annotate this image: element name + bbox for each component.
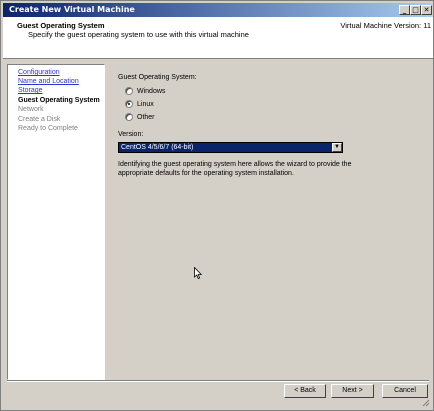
cancel-button[interactable]: Cancel — [382, 384, 428, 398]
wizard-steps-nav: Configuration Name and Location Storage … — [7, 64, 105, 380]
nav-item-ready-to-complete: Ready to Complete — [18, 125, 78, 132]
mouse-pointer-icon — [194, 267, 202, 279]
maximize-button[interactable]: □ — [410, 5, 421, 15]
window-title: Create New Virtual Machine — [9, 5, 135, 14]
nav-item-network: Network — [18, 106, 44, 113]
wizard-window: Create New Virtual Machine _ □ ✕ Guest O… — [0, 0, 434, 411]
vm-version-label: Virtual Machine Version: 11 — [340, 21, 431, 30]
radio-other-label[interactable]: Other — [137, 113, 155, 122]
radio-other[interactable] — [125, 113, 133, 121]
radio-windows[interactable] — [125, 87, 133, 95]
radio-windows-label[interactable]: Windows — [137, 87, 165, 96]
close-button[interactable]: ✕ — [421, 5, 432, 15]
page-title: Guest Operating System — [17, 21, 105, 30]
version-label: Version: — [118, 131, 144, 138]
nav-item-name-and-location[interactable]: Name and Location — [18, 77, 79, 86]
resize-grip-icon[interactable] — [422, 399, 430, 407]
nav-item-create-disk: Create a Disk — [18, 116, 61, 123]
os-description: Identifying the guest operating system h… — [118, 161, 352, 177]
radio-linux[interactable] — [125, 100, 133, 108]
footer-separator — [7, 380, 429, 382]
guest-os-label: Guest Operating System: — [118, 74, 197, 81]
nav-item-storage[interactable]: Storage — [18, 86, 43, 95]
back-button[interactable]: < Back — [284, 384, 326, 398]
nav-item-guest-os: Guest Operating System — [18, 97, 100, 104]
version-select-value: CentOS 4/5/6/7 (64-bit) — [121, 144, 194, 151]
nav-item-configuration[interactable]: Configuration — [18, 68, 60, 77]
chevron-down-icon[interactable]: ▼ — [332, 143, 342, 152]
radio-linux-label[interactable]: Linux — [137, 100, 154, 109]
next-button[interactable]: Next > — [331, 384, 374, 398]
version-select[interactable]: CentOS 4/5/6/7 (64-bit) ▼ — [118, 142, 343, 153]
minimize-button[interactable]: _ — [399, 5, 410, 15]
wizard-header: Guest Operating System Specify the guest… — [3, 17, 433, 59]
title-bar[interactable]: Create New Virtual Machine _ □ ✕ — [3, 3, 432, 17]
page-subtitle: Specify the guest operating system to us… — [28, 30, 249, 39]
